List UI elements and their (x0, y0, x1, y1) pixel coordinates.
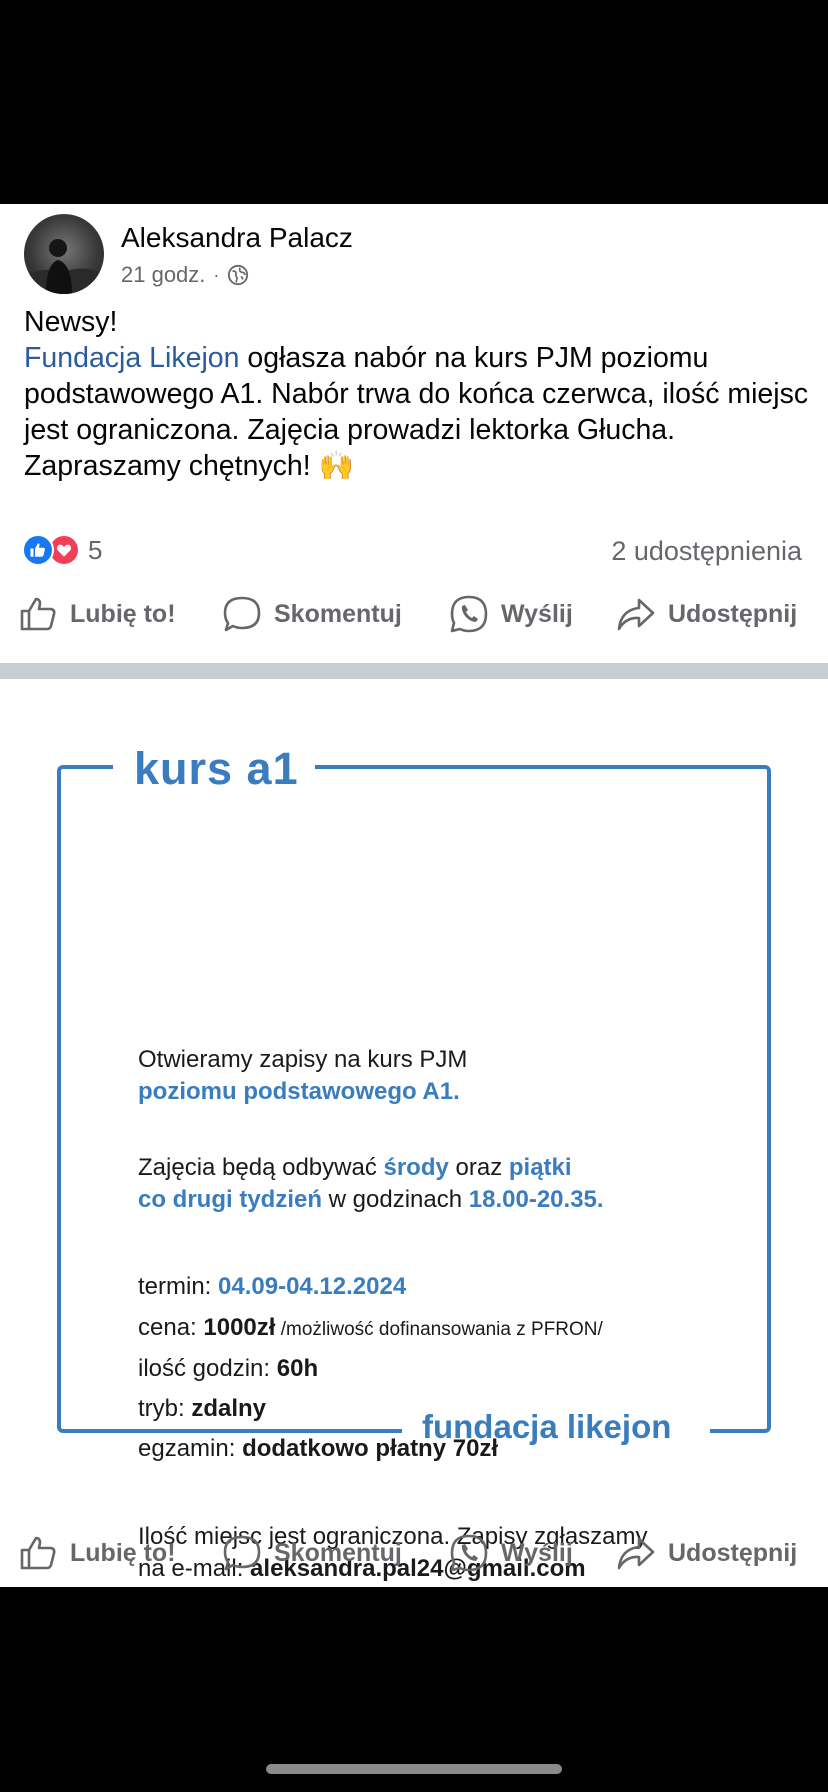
reactions-summary[interactable]: 5 (22, 534, 102, 566)
send-button[interactable]: Wyślij (449, 1533, 573, 1573)
comment-label: Skomentuj (274, 1538, 402, 1567)
flyer-schedule-hours: co drugi tydzień w godzinach 18.00-20.35… (138, 1185, 604, 1215)
flyer-intro-level: poziomu podstawowego A1. (138, 1078, 460, 1105)
post-meta: 21 godz. · (121, 262, 249, 288)
flyer-frequency: co drugi tydzień (138, 1186, 323, 1213)
whatsapp-icon (450, 595, 488, 633)
post-text: Newsy! Fundacja Likejon ogłasza nabór na… (24, 304, 814, 484)
flyer-text: Zajęcia będą odbywać (138, 1154, 384, 1181)
post-image[interactable]: kurs a1 Otwieramy zapisy na kurs PJM poz… (0, 679, 828, 1582)
author-name[interactable]: Aleksandra Palacz (121, 222, 353, 254)
like-label: Lubię to! (70, 1538, 176, 1567)
share-label: Udostępnij (668, 1538, 798, 1567)
like-label: Lubię to! (70, 599, 176, 628)
flyer-day: środy (383, 1154, 449, 1181)
flyer-text: oraz (448, 1154, 509, 1181)
flyer-schedule: Zajęcia będą odbywać środy oraz piątki (138, 1153, 572, 1183)
flyer-footer: fundacja likejon (422, 1408, 672, 1445)
flyer-hours: 18.00-20.35. (468, 1186, 604, 1213)
flyer-intro: Otwieramy zapisy na kurs PJM (138, 1046, 468, 1073)
flyer-price: cena: 1000zł /możliwość dofinansowania z… (138, 1313, 603, 1345)
flyer-label: tryb: (138, 1395, 192, 1422)
comment-label: Skomentuj (274, 599, 402, 628)
flyer-label: egzamin: (138, 1435, 243, 1462)
comment-icon (223, 1535, 261, 1571)
flyer-label: termin: (138, 1273, 219, 1300)
globe-icon (227, 264, 249, 286)
page-link[interactable]: Fundacja Likejon (24, 342, 239, 374)
flyer-term-value: 04.09-04.12.2024 (218, 1273, 407, 1300)
reaction-count: 5 (88, 534, 103, 565)
flyer-price-note: /możliwość dofinansowania z PFRON/ (275, 1319, 603, 1340)
action-bar: Lubię to! Skomentuj Wyślij Udostępnij (0, 1533, 828, 1593)
comment-button[interactable]: Skomentuj (222, 1533, 402, 1573)
flyer-label: cena: (138, 1314, 204, 1341)
facebook-post: Aleksandra Palacz 21 godz. · Newsy! Fund… (0, 204, 828, 1587)
flyer-term: termin: 04.09-04.12.2024 (138, 1272, 406, 1302)
flyer-text: w godzinach (322, 1186, 469, 1213)
post-text-body: Fundacja Likejon ogłasza nabór na kurs P… (24, 340, 814, 448)
flyer-price-value: 1000zł (203, 1314, 276, 1341)
action-bar: Lubię to! Skomentuj Wyślij Udostępnij (0, 594, 828, 654)
share-button[interactable]: Udostępnij (616, 1533, 797, 1573)
flyer-hours-count: ilość godzin: 60h (138, 1354, 318, 1384)
like-button[interactable]: Lubię to! (18, 594, 176, 634)
meta-separator: · (213, 264, 220, 285)
comment-icon (223, 596, 261, 632)
home-indicator[interactable] (266, 1764, 562, 1774)
avatar[interactable] (24, 214, 104, 294)
share-label: Udostępnij (668, 599, 798, 628)
flyer-day: piątki (508, 1154, 572, 1181)
flyer-hours-value: 60h (276, 1355, 319, 1382)
flyer-mode: tryb: zdalny (138, 1394, 266, 1424)
like-reaction-icon (22, 534, 54, 566)
bottom-area (0, 1587, 828, 1792)
share-icon (617, 1537, 655, 1570)
share-button[interactable]: Udostępnij (616, 594, 797, 634)
status-bar-area (0, 0, 828, 204)
flyer-label: ilość godzin: (138, 1355, 277, 1382)
post-time[interactable]: 21 godz. (121, 262, 205, 288)
shares-count[interactable]: 2 udostępnienia (611, 534, 802, 568)
flyer-title: kurs a1 (134, 743, 299, 794)
flyer-mode-value: zdalny (191, 1395, 267, 1422)
share-icon (617, 598, 655, 631)
divider (0, 663, 828, 679)
like-button[interactable]: Lubię to! (18, 1533, 176, 1573)
thumbs-up-icon (20, 1536, 56, 1570)
send-label: Wyślij (501, 599, 573, 628)
send-button[interactable]: Wyślij (449, 594, 573, 634)
thumbs-up-icon (20, 597, 56, 631)
comment-button[interactable]: Skomentuj (222, 594, 402, 634)
post-text-line: Zapraszamy chętnych! 🙌 (24, 450, 355, 482)
post-text-line: Newsy! (24, 306, 118, 338)
send-label: Wyślij (501, 1538, 573, 1567)
whatsapp-icon (450, 1534, 488, 1572)
